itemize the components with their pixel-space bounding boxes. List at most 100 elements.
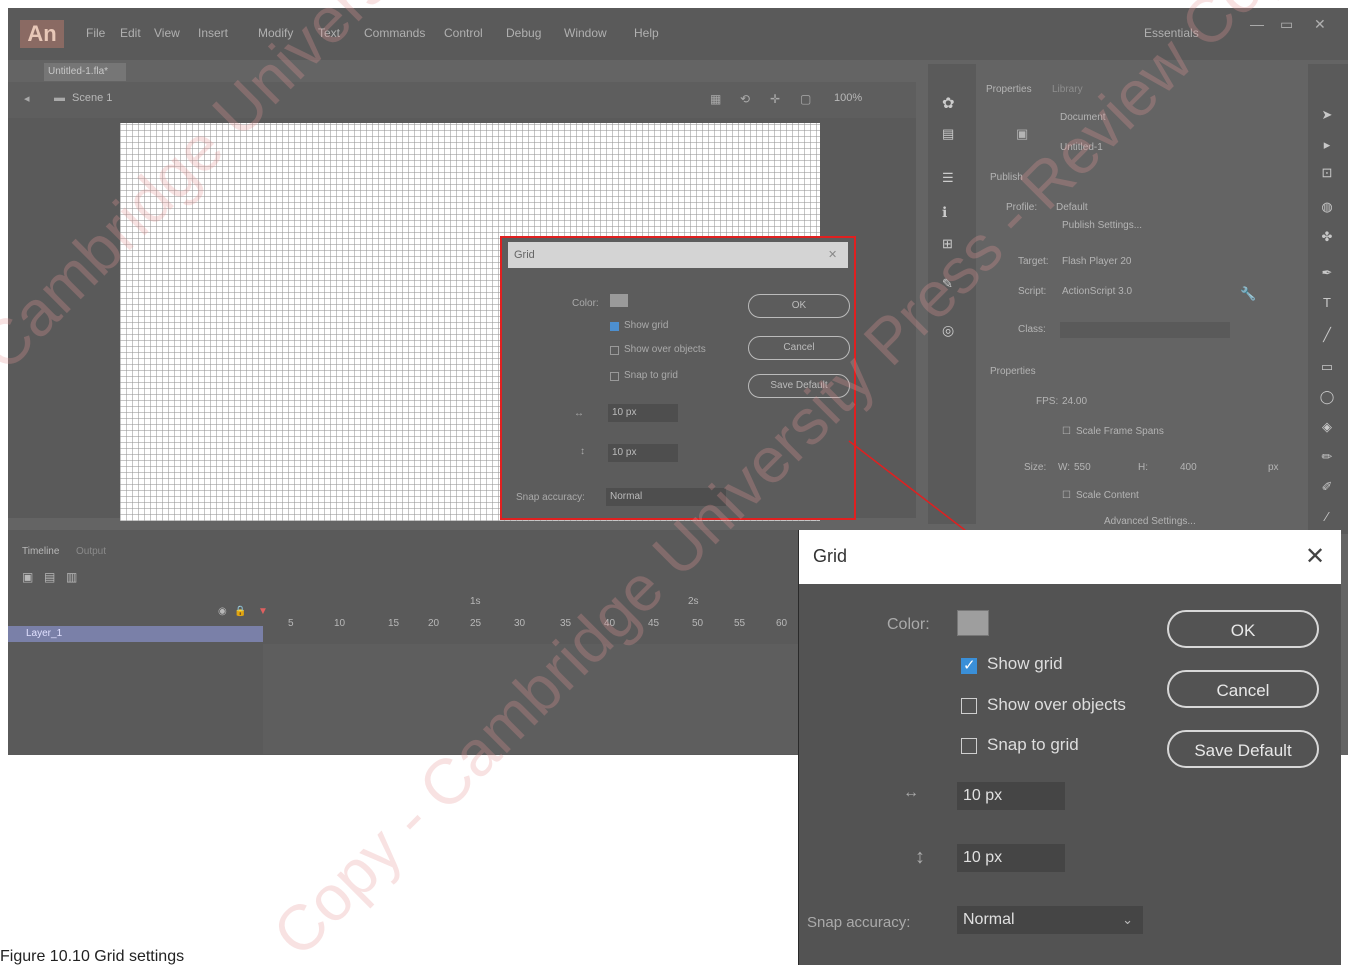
info-icon[interactable]: ℹ — [942, 204, 947, 221]
ok-button[interactable]: OK — [1167, 610, 1319, 648]
layer-name[interactable]: Layer_1 — [26, 628, 62, 639]
subselection-tool-icon[interactable]: ▸ — [1318, 136, 1336, 154]
menu-control[interactable]: Control — [444, 26, 483, 40]
new-layer-icon[interactable]: ▣ — [22, 570, 33, 584]
components-icon[interactable]: ◎ — [942, 322, 954, 339]
show-grid-checkbox[interactable] — [961, 656, 977, 674]
snap-to-grid-checkbox[interactable] — [610, 372, 619, 381]
scale-spans-checkbox[interactable]: ☐ — [1062, 426, 1071, 437]
transform-icon[interactable]: ⊞ — [942, 236, 953, 252]
tab-library[interactable]: Library — [1052, 84, 1083, 95]
tab-output[interactable]: Output — [76, 546, 106, 557]
color-swatch[interactable] — [610, 294, 628, 307]
menu-help[interactable]: Help — [634, 26, 659, 40]
lock-icon[interactable]: 🔒 — [234, 606, 246, 617]
grid-height-field[interactable]: 10 px — [608, 444, 678, 462]
vertical-spacing-icon: ↕ — [580, 446, 585, 457]
3d-rotation-tool-icon[interactable]: ◍ — [1318, 198, 1336, 216]
horizontal-spacing-icon: ↔ — [574, 408, 584, 419]
target-select[interactable]: Flash Player 20 — [1062, 256, 1131, 267]
menu-window[interactable]: Window — [564, 26, 607, 40]
clip-content-icon[interactable]: ▢ — [800, 92, 811, 106]
script-select[interactable]: ActionScript 3.0 — [1062, 286, 1132, 297]
class-field[interactable] — [1060, 322, 1230, 338]
free-transform-tool-icon[interactable]: ⊡ — [1318, 164, 1336, 182]
zoom-select[interactable]: 100% — [834, 92, 862, 104]
menu-insert[interactable]: Insert — [198, 26, 228, 40]
document-icon: ▣ — [1016, 126, 1029, 141]
brush-tool-icon[interactable]: ✐ — [1318, 478, 1336, 496]
eyedropper-tool-icon[interactable]: ⁄ — [1318, 508, 1336, 526]
paint-bucket-tool-icon[interactable]: ◈ — [1318, 418, 1336, 436]
code-snippets-icon[interactable]: ✎ — [942, 276, 953, 292]
edit-symbols-icon[interactable]: ▦ — [710, 92, 721, 106]
grid-height-field[interactable]: 10 px — [957, 844, 1065, 872]
pen-tool-icon[interactable]: ✒ — [1318, 264, 1336, 282]
color-label: Color: — [572, 298, 599, 309]
snap-accuracy-select[interactable]: Normal — [606, 488, 726, 506]
cancel-button[interactable]: Cancel — [748, 336, 850, 360]
center-stage-icon[interactable]: ✛ — [770, 92, 780, 106]
menu-debug[interactable]: Debug — [506, 26, 541, 40]
oval-tool-icon[interactable]: ◯ — [1318, 388, 1336, 406]
show-grid-label: Show grid — [624, 320, 669, 331]
tab-properties[interactable]: Properties — [986, 84, 1032, 95]
color-swatch[interactable] — [957, 610, 989, 636]
line-tool-icon[interactable]: ╱ — [1318, 326, 1336, 344]
close-icon[interactable]: ✕ — [828, 248, 837, 261]
profile-value[interactable]: Default — [1056, 202, 1088, 213]
layer-row[interactable]: Layer_1 — [8, 626, 263, 642]
menu-text[interactable]: Text — [318, 26, 340, 40]
save-default-button[interactable]: Save Default — [1167, 730, 1319, 768]
close-icon[interactable]: ✕ — [1305, 542, 1325, 571]
script-label: Script: — [1018, 286, 1047, 297]
scene-label[interactable]: Scene 1 — [72, 92, 112, 104]
wrench-icon[interactable]: 🔧 — [1240, 286, 1256, 302]
publish-section[interactable]: Publish — [990, 172, 1023, 183]
publish-settings-button[interactable]: Publish Settings... — [1062, 220, 1142, 231]
rotate-stage-icon[interactable]: ⟲ — [740, 92, 750, 106]
document-tab[interactable]: Untitled-1.fla* — [44, 63, 126, 81]
minimize-icon[interactable]: — — [1250, 16, 1264, 32]
close-icon[interactable]: ✕ — [1314, 16, 1326, 33]
grid-width-field[interactable]: 10 px — [957, 782, 1065, 810]
ok-button[interactable]: OK — [748, 294, 850, 318]
snap-to-grid-checkbox[interactable] — [961, 738, 977, 754]
new-folder-icon[interactable]: ▤ — [44, 570, 55, 584]
tab-timeline[interactable]: Timeline — [22, 546, 59, 557]
size-width-value[interactable]: 550 — [1074, 462, 1091, 473]
maximize-icon[interactable]: ▭ — [1280, 16, 1293, 33]
cancel-button[interactable]: Cancel — [1167, 670, 1319, 708]
pencil-tool-icon[interactable]: ✏ — [1318, 448, 1336, 466]
show-over-objects-checkbox[interactable] — [961, 698, 977, 714]
properties-section[interactable]: Properties — [990, 366, 1036, 377]
playhead-icon[interactable]: ▼ — [258, 606, 268, 617]
menu-commands[interactable]: Commands — [364, 26, 425, 40]
delete-layer-icon[interactable]: ▥ — [66, 570, 77, 584]
swatches-icon[interactable]: ▤ — [942, 126, 954, 142]
fps-value[interactable]: 24.00 — [1062, 396, 1087, 407]
selection-tool-icon[interactable]: ➤ — [1318, 106, 1336, 124]
menu-modify[interactable]: Modify — [258, 26, 293, 40]
advanced-settings-button[interactable]: Advanced Settings... — [1104, 516, 1196, 527]
show-over-objects-checkbox[interactable] — [610, 346, 619, 355]
workspace-switcher[interactable]: Essentials — [1144, 26, 1199, 40]
lasso-tool-icon[interactable]: ✤ — [1318, 228, 1336, 246]
back-arrow-icon[interactable]: ◂ — [24, 92, 30, 105]
color-panel-icon[interactable]: ✿ — [942, 94, 955, 112]
menu-view[interactable]: View — [154, 26, 180, 40]
save-default-button[interactable]: Save Default — [748, 374, 850, 398]
dialog-title: Grid — [508, 242, 848, 268]
show-grid-checkbox[interactable] — [610, 322, 619, 331]
grid-width-field[interactable]: 10 px — [608, 404, 678, 422]
app-logo: An — [20, 20, 64, 48]
text-tool-icon[interactable]: T — [1318, 294, 1336, 312]
size-height-value[interactable]: 400 — [1180, 462, 1197, 473]
show-hide-icon[interactable]: ◉ — [218, 606, 227, 617]
menu-edit[interactable]: Edit — [120, 26, 141, 40]
rectangle-tool-icon[interactable]: ▭ — [1318, 358, 1336, 376]
menu-file[interactable]: File — [86, 26, 105, 40]
scale-content-checkbox[interactable]: ☐ — [1062, 490, 1071, 501]
snap-accuracy-select[interactable]: Normal ⌄ — [957, 906, 1143, 934]
align-icon[interactable]: ☰ — [942, 170, 954, 186]
